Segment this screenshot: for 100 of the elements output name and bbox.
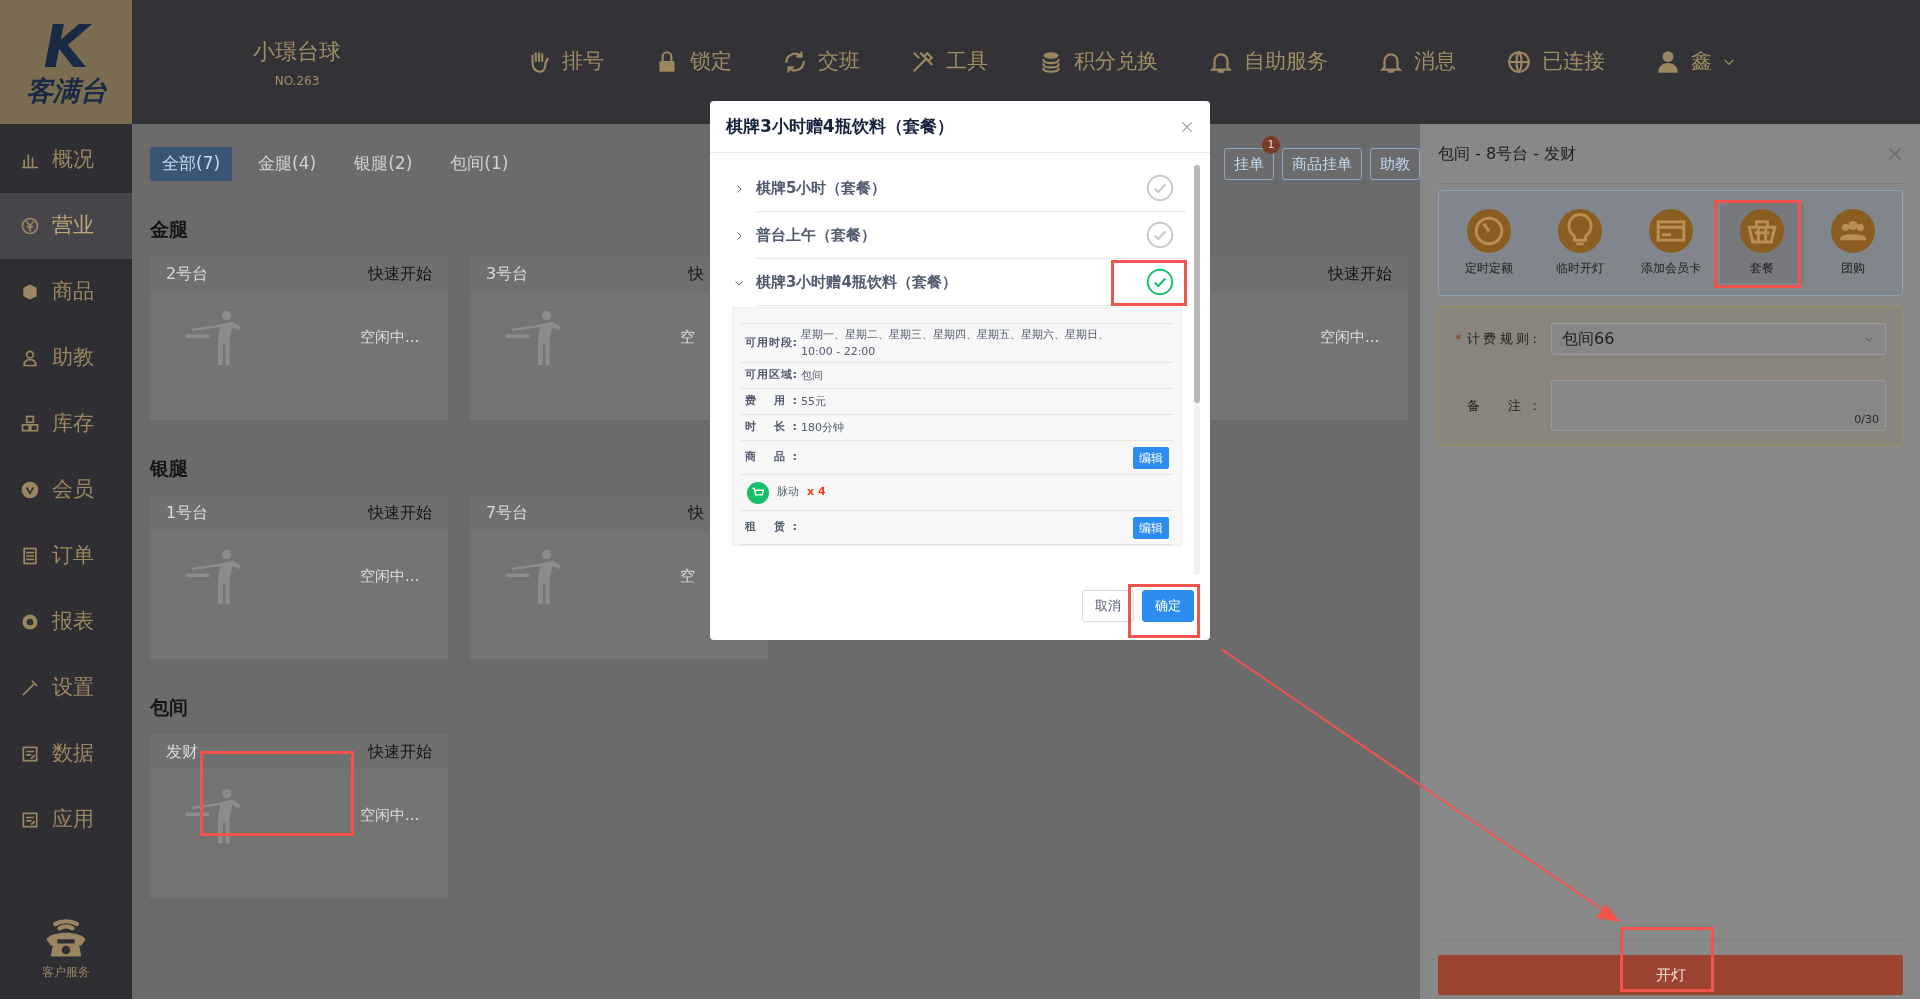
sidebar-label: 库存: [52, 410, 94, 438]
sidebar-item[interactable]: 订单: [0, 523, 132, 589]
sidebar-item[interactable]: 设置: [0, 655, 132, 721]
field-label: 计费规则:: [1467, 330, 1537, 349]
sidebar-item[interactable]: 会员: [0, 457, 132, 523]
table-status: 空闲中...: [1320, 328, 1380, 346]
cancel-button[interactable]: 取消: [1082, 590, 1134, 622]
filter-tab[interactable]: 金腿(4): [246, 147, 329, 181]
sidebar-label: 商品: [52, 278, 94, 306]
v-circle-icon: [20, 480, 40, 500]
nav-label: 工具: [946, 48, 988, 76]
sidebar-item[interactable]: 数据: [0, 721, 132, 787]
section-heading: 金腿: [150, 217, 188, 242]
sidebar-item[interactable]: 商品: [0, 259, 132, 325]
refresh-icon: [782, 49, 808, 75]
billing-option[interactable]: 添加会员卡: [1628, 203, 1713, 283]
form-icon: [20, 810, 40, 830]
user-icon: [1655, 49, 1681, 75]
quick-start-link[interactable]: 快: [688, 502, 704, 522]
form-icon: [20, 744, 40, 764]
table-status: 空闲中...: [360, 806, 420, 824]
quick-start-link[interactable]: 快速开始: [368, 263, 432, 283]
package-name[interactable]: 棋牌5小时（套餐）: [756, 176, 887, 200]
table-status: 空闲中...: [360, 328, 420, 346]
table-name: 2号台: [166, 262, 210, 285]
table-status: 空闲中...: [360, 567, 420, 585]
filter-tab[interactable]: 全部(7): [150, 147, 233, 181]
sidebar-item[interactable]: 概况: [0, 127, 132, 193]
sidebar-label: 订单: [52, 542, 94, 570]
nav-item[interactable]: 消息: [1378, 46, 1456, 78]
billing-rule-select[interactable]: 包间66: [1551, 323, 1886, 355]
detail-value: 包间: [801, 368, 823, 384]
nav-item[interactable]: 工具: [910, 46, 988, 78]
quick-start-link[interactable]: 快速开始: [1328, 263, 1392, 283]
timer-icon: [1466, 209, 1511, 253]
nav-label: 积分兑换: [1074, 48, 1158, 76]
table-name: 3号台: [486, 262, 530, 285]
remark-field[interactable]: 0/30: [1551, 380, 1886, 431]
scrollbar-thumb[interactable]: [1194, 165, 1200, 403]
nav-item[interactable]: 已连接: [1506, 46, 1605, 78]
nav-label: 自助服务: [1244, 48, 1328, 76]
billing-option[interactable]: 套餐: [1719, 203, 1804, 283]
detail-label: 商 品:: [745, 449, 797, 466]
user-name: 鑫: [1691, 48, 1712, 76]
user-menu[interactable]: 鑫: [1655, 46, 1736, 78]
table-card[interactable]: 发财 快速开始 空闲中...: [150, 734, 448, 898]
sidebar-label: 营业: [52, 212, 94, 240]
section-heading: 银腿: [150, 456, 188, 481]
logo-text: 客满台: [25, 76, 107, 106]
turn-on-light-button[interactable]: 开灯: [1438, 955, 1903, 995]
billing-option[interactable]: 定时定额: [1446, 203, 1531, 283]
sidebar-item[interactable]: 报表: [0, 589, 132, 655]
nav-item[interactable]: 积分兑换: [1038, 46, 1158, 78]
quick-start-link[interactable]: 快速开始: [368, 741, 432, 761]
nav-item[interactable]: 排号: [526, 46, 604, 78]
nav-label: 排号: [562, 48, 604, 76]
table-card[interactable]: 2号台 快速开始 空闲中...: [150, 256, 448, 420]
edit-button[interactable]: 编辑: [1133, 446, 1169, 469]
nav-label: 消息: [1414, 48, 1456, 76]
card-icon: [1648, 209, 1693, 253]
quick-start-link[interactable]: 快速开始: [368, 502, 432, 522]
table-card[interactable]: 1号台 快速开始 空闲中...: [150, 495, 448, 659]
count-badge: 1: [1262, 135, 1280, 154]
toolbar-button[interactable]: 商品挂单: [1282, 147, 1362, 181]
detail-label: 时 长:: [745, 419, 797, 436]
quick-start-link[interactable]: 快: [688, 263, 704, 283]
table-name: 7号台: [486, 501, 530, 524]
nav-label: 锁定: [690, 48, 732, 76]
nav-label: 交班: [818, 48, 860, 76]
boxes-icon: [20, 414, 40, 434]
person-icon: [20, 348, 40, 368]
cart-icon: [747, 481, 769, 504]
filter-tab[interactable]: 包间(1): [438, 147, 521, 181]
table-status: 空: [680, 328, 695, 346]
check-circle-icon[interactable]: [1146, 174, 1174, 202]
billing-option[interactable]: 临时开灯: [1537, 203, 1622, 283]
sidebar-label: 设置: [52, 674, 94, 702]
confirm-button[interactable]: 确定: [1142, 590, 1194, 622]
highlight-box: [1128, 584, 1200, 638]
sidebar-item[interactable]: 营业: [0, 193, 132, 259]
package-name[interactable]: 普台上午（套餐）: [756, 223, 876, 247]
sidebar-item[interactable]: 库存: [0, 391, 132, 457]
sidebar-item[interactable]: 应用: [0, 787, 132, 853]
close-icon[interactable]: [1180, 119, 1194, 134]
sidebar-label: 数据: [52, 740, 94, 768]
sidebar-label: 会员: [52, 476, 94, 504]
detail-value: 55元: [801, 394, 826, 410]
nav-item[interactable]: 锁定: [654, 46, 732, 78]
check-circle-icon[interactable]: [1146, 268, 1174, 296]
sidebar-item[interactable]: 助教: [0, 325, 132, 391]
detail-value: 星期一、星期二、星期三、星期四、星期五、星期六、星期日、 10:00 - 22:00: [801, 327, 1109, 360]
goods-quantity: x 4: [807, 484, 826, 501]
billing-option[interactable]: 团购: [1810, 203, 1895, 283]
check-circle-icon[interactable]: [1146, 221, 1174, 249]
nav-item[interactable]: 自助服务: [1208, 46, 1328, 78]
edit-button[interactable]: 编辑: [1133, 516, 1169, 539]
filter-tab[interactable]: 银腿(2): [342, 147, 425, 181]
sidebar-label: 概况: [52, 146, 94, 174]
drawer-title: 包间 - 8号台 - 发财: [1438, 142, 1577, 165]
nav-item[interactable]: 交班: [782, 46, 860, 78]
